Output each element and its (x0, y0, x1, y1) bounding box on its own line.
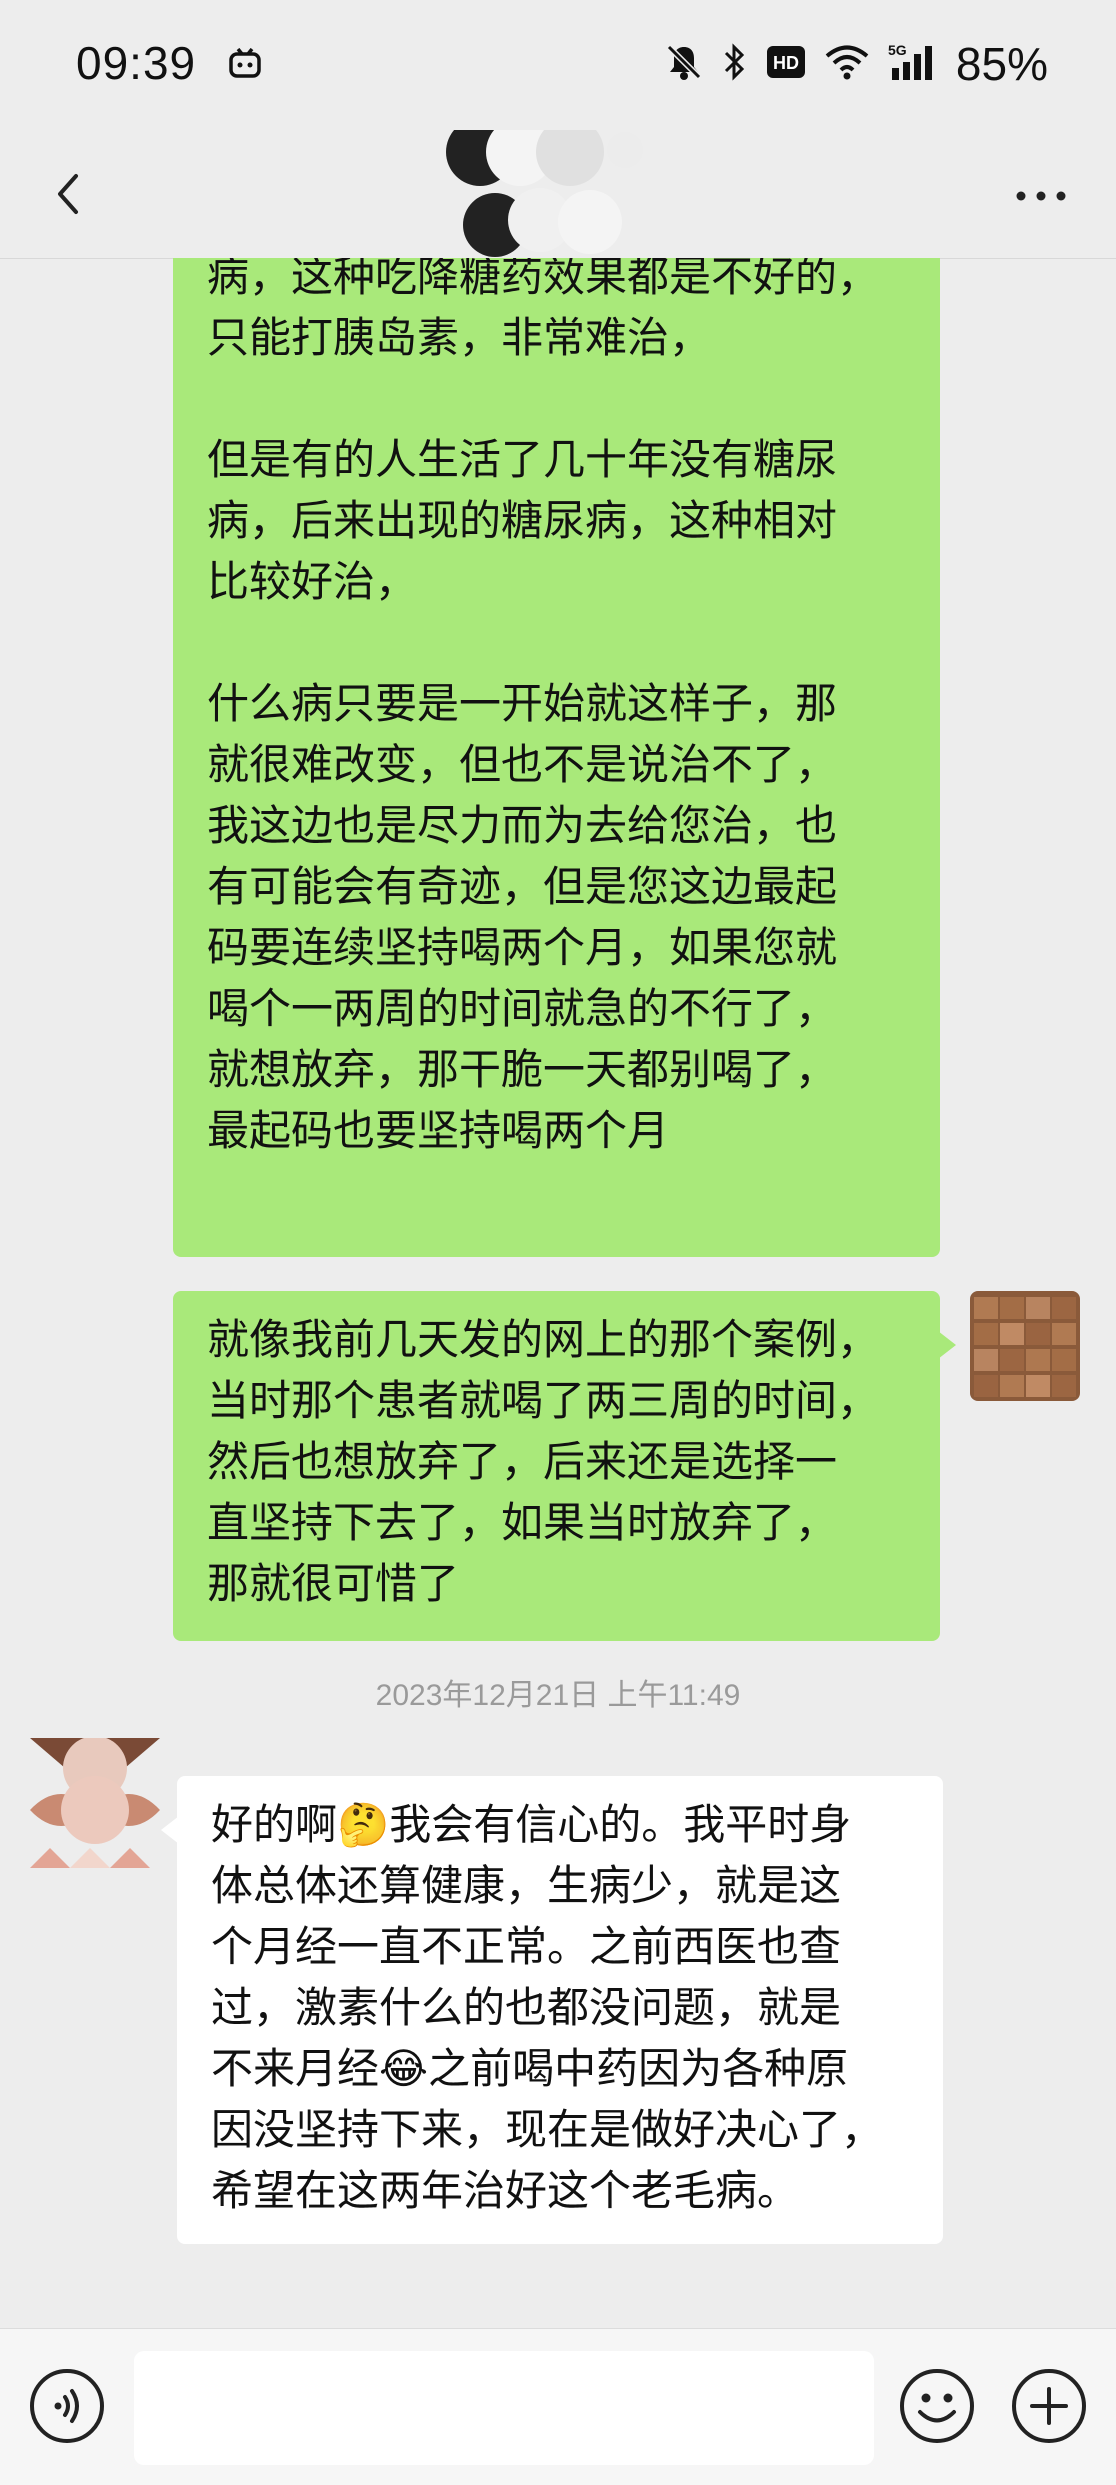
contact-avatar[interactable] (30, 1738, 160, 1868)
app-notification-icon (228, 47, 262, 84)
chat-header (0, 118, 1116, 259)
message-bubble-outgoing[interactable]: 病，这种吃降糖药效果都是不好的， 只能打胰岛素，非常难治， 但是有的人生活了几十… (173, 258, 940, 1257)
more-functions-button[interactable] (1010, 2367, 1088, 2445)
emoji-button[interactable] (898, 2367, 976, 2445)
voice-icon (30, 2369, 104, 2443)
contact-name-redacted (440, 118, 660, 257)
message-list[interactable]: 病，这种吃降糖药效果都是不好的， 只能打胰岛素，非常难治， 但是有的人生活了几十… (0, 258, 1116, 2328)
mute-icon (664, 42, 704, 86)
hd-icon: HD (766, 45, 806, 83)
message-input[interactable] (134, 2351, 874, 2465)
bluetooth-icon (722, 42, 748, 86)
voice-input-button[interactable] (28, 2367, 106, 2445)
wifi-icon (824, 43, 870, 85)
more-dots-icon (1016, 191, 1066, 201)
battery-percentage: 85% (955, 38, 1048, 90)
more-options-button[interactable] (1006, 164, 1076, 224)
message-bubble-outgoing[interactable]: 就像我前几天发的网上的那个案例， 当时那个患者就喝了两三周的时间， 然后也想放弃… (173, 1291, 956, 1641)
plus-icon (1012, 2369, 1086, 2443)
input-bar (0, 2328, 1116, 2485)
message-bubble-incoming[interactable]: 好的啊🤔我会有信心的。我平时身 体总体还算健康，生病少，就是这 个月经一直不正常… (161, 1776, 943, 2244)
back-button[interactable] (40, 164, 100, 224)
svg-text:5G: 5G (888, 42, 907, 58)
status-icons: HD 5G 85% (664, 36, 1048, 92)
chevron-left-icon (58, 174, 78, 214)
status-bar: 09:39 HD 5G 85% (0, 0, 1116, 130)
emoji-icon (900, 2369, 974, 2443)
message-timestamp: 2023年12月21日 上午11:49 (375, 1679, 741, 1712)
my-avatar[interactable] (970, 1291, 1080, 1401)
status-time: 09:39 (76, 37, 197, 89)
svg-text:HD: HD (773, 53, 799, 73)
5g-signal-icon: 5G (888, 42, 938, 86)
